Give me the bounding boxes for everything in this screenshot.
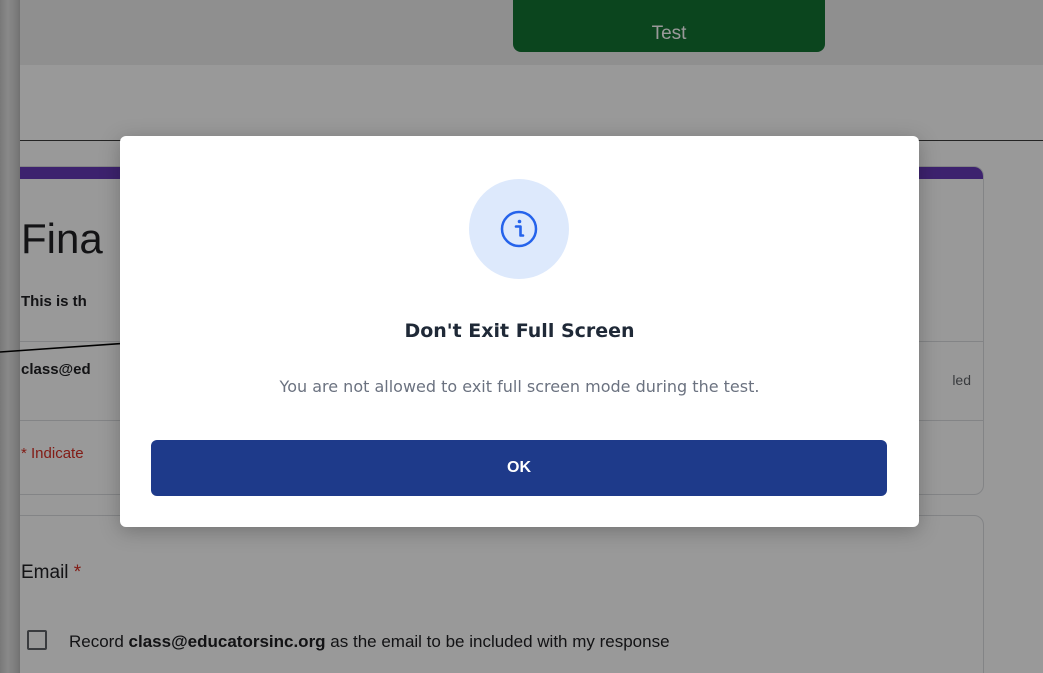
dialog-title: Don't Exit Full Screen [404, 320, 635, 342]
ok-button[interactable]: OK [151, 440, 887, 496]
info-icon [500, 210, 538, 248]
fullscreen-warning-dialog: Don't Exit Full Screen You are not allow… [120, 136, 919, 527]
dialog-message: You are not allowed to exit full screen … [279, 377, 760, 396]
info-icon-badge [469, 179, 569, 279]
